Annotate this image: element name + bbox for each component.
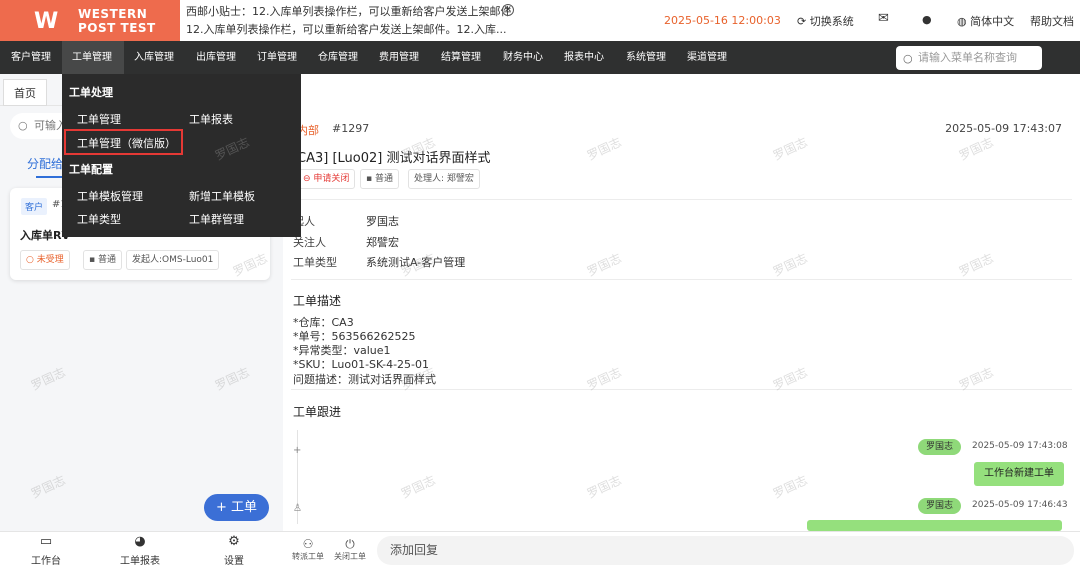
- menu-search-placeholder: 请输入菜单名称查询: [918, 51, 1017, 64]
- ticket-source-tag: 客户: [21, 198, 48, 215]
- ticket-status-badge: ○ 未受理: [20, 250, 70, 270]
- switch-system-button[interactable]: ⟳ 切换系统: [797, 13, 854, 29]
- logo-mark-icon: W: [34, 9, 59, 34]
- menu-system[interactable]: 系统管理: [626, 41, 666, 74]
- menu-fees[interactable]: 费用管理: [379, 41, 419, 74]
- menu-search-input[interactable]: ○ 请输入菜单名称查询: [896, 46, 1042, 70]
- reply-input[interactable]: 添加回复: [377, 536, 1074, 565]
- menu-item-workorder-type[interactable]: 工单类型: [77, 211, 121, 227]
- message-user-badge: 罗国志: [918, 439, 962, 455]
- ticket-priority-badge: ▪ 普通: [360, 169, 399, 189]
- language-label: 简体中文: [970, 15, 1015, 28]
- desc-line: 问题描述：测试对话界面样式: [293, 373, 436, 386]
- current-datetime: 2025-05-16 12:00:03: [664, 14, 781, 27]
- tip-line-1: 西邮小贴士：12.入库单列表操作栏，可以重新给客户发送上架邮件: [186, 5, 512, 18]
- field-follower-value: 郑譬宏: [366, 236, 399, 249]
- user-icon[interactable]: ●: [922, 13, 932, 26]
- message-user-badge: 罗国志: [918, 498, 962, 514]
- search-icon: ○: [903, 52, 913, 65]
- desc-line: *SKU：Luo01-SK-4-25-01: [293, 358, 429, 371]
- field-type-value: 系统测试A-客户管理: [366, 256, 466, 269]
- nav-settings[interactable]: ⚙ 设置: [204, 534, 264, 567]
- menu-item-workorder-manage[interactable]: 工单管理: [77, 111, 121, 127]
- menu-outbound[interactable]: 出库管理: [196, 41, 236, 74]
- close-ticket-button[interactable]: ⏻ 关闭工单: [333, 537, 367, 562]
- menu-channels[interactable]: 渠道管理: [687, 41, 727, 74]
- message-bubble: [807, 520, 1062, 531]
- message-time: 2025-05-09 17:43:08: [972, 441, 1068, 451]
- brand-line2: POST TEST: [78, 21, 156, 35]
- dropdown-section-config: 工单配置: [69, 163, 113, 176]
- brand-line1: WESTERN: [78, 7, 148, 21]
- refresh-icon: ⟳: [797, 15, 807, 28]
- globe-icon: ◍: [957, 15, 967, 28]
- menu-settlement[interactable]: 结算管理: [441, 41, 481, 74]
- tab-assigned-to[interactable]: 分配给: [27, 155, 63, 172]
- top-bar: W WESTERN POST TEST 西邮小贴士：12.入库单列表操作栏，可以…: [0, 0, 1080, 41]
- menu-order[interactable]: 订单管理: [257, 41, 297, 74]
- menu-item-group-manage[interactable]: 工单群管理: [189, 211, 244, 227]
- ticket-title: CA3] [Luo02] 测试对话界面样式: [297, 151, 491, 166]
- ticket-detail-pane: 内部 #1297 2025-05-09 17:43:07 CA3] [Luo02…: [283, 74, 1080, 570]
- transfer-user-icon: ⚇: [302, 537, 314, 551]
- language-selector[interactable]: ◍ 简体中文: [957, 13, 1014, 29]
- nav-workbench[interactable]: ▭ 工作台: [16, 534, 76, 567]
- ticket-number: #1297: [332, 122, 370, 135]
- reply-bar: ⚇ 转派工单 ⏻ 关闭工单 添加回复: [283, 531, 1080, 570]
- menu-item-workorder-report[interactable]: 工单报表: [189, 111, 233, 127]
- close-tip-icon[interactable]: ✕: [502, 4, 514, 16]
- menu-workorder[interactable]: 工单管理: [62, 41, 124, 74]
- bottom-nav: ▭ 工作台 ◕ 工单报表 ⚙ 设置: [0, 531, 283, 570]
- divider: [291, 279, 1072, 280]
- ticket-initiator-badge: 发起人:OMS-Luo01: [126, 250, 220, 270]
- mail-icon[interactable]: ✉: [878, 11, 889, 26]
- follow-up-section-title: 工单跟进: [293, 405, 342, 419]
- switch-system-label: 切换系统: [809, 15, 854, 28]
- divider: [291, 389, 1072, 390]
- brand-logo[interactable]: W WESTERN POST TEST: [0, 0, 180, 41]
- tip-line-2: 12.入库单列表操作栏，可以重新给客户发送上架邮件。12.入库...: [186, 23, 507, 36]
- field-type-label: 工单类型: [293, 256, 337, 269]
- timeline-plus-icon: +: [293, 445, 302, 456]
- timeline-person-icon: ♙: [293, 503, 302, 514]
- add-workorder-button[interactable]: + 工单: [204, 494, 269, 521]
- tab-home[interactable]: 首页: [3, 79, 47, 106]
- power-icon: ⏻: [345, 537, 355, 551]
- message-bubble: 工作台新建工单: [974, 462, 1064, 486]
- menu-finance[interactable]: 财务中心: [503, 41, 543, 74]
- search-icon: ○: [18, 119, 28, 132]
- menu-item-template-manage[interactable]: 工单模板管理: [77, 188, 143, 204]
- description-section-title: 工单描述: [293, 294, 342, 308]
- inbox-icon: ▭: [39, 534, 53, 549]
- transfer-ticket-button[interactable]: ⚇ 转派工单: [291, 537, 325, 562]
- menu-item-new-template[interactable]: 新增工单模板: [189, 188, 255, 204]
- message-time: 2025-05-09 17:46:43: [972, 500, 1068, 510]
- ticket-created-date: 2025-05-09 17:43:07: [945, 122, 1062, 135]
- menu-inbound[interactable]: 入库管理: [134, 41, 174, 74]
- nav-reports[interactable]: ◕ 工单报表: [110, 534, 170, 567]
- divider: [291, 199, 1072, 200]
- field-initiator-value: 罗国志: [366, 215, 399, 228]
- ticket-handler-badge: 处理人: 郑譬宏: [408, 169, 480, 189]
- ticket-priority-badge: ▪ 普通: [83, 250, 122, 270]
- dropdown-section-processing: 工单处理: [69, 86, 113, 99]
- menu-customer[interactable]: 客户管理: [11, 41, 51, 74]
- menu-warehouse[interactable]: 仓库管理: [318, 41, 358, 74]
- menu-reports[interactable]: 报表中心: [564, 41, 604, 74]
- workorder-dropdown-menu: 工单处理 工单管理 工单报表 工单管理（微信版） 工单配置 工单模板管理 新增工…: [62, 74, 301, 237]
- menu-item-workorder-wechat[interactable]: 工单管理（微信版）: [77, 135, 176, 151]
- pie-chart-icon: ◕: [134, 534, 146, 549]
- help-docs-link[interactable]: 帮助文档: [1030, 13, 1074, 29]
- ticket-status-badge[interactable]: ⊖ 申请关闭: [297, 169, 356, 189]
- gear-icon: ⚙: [228, 534, 240, 549]
